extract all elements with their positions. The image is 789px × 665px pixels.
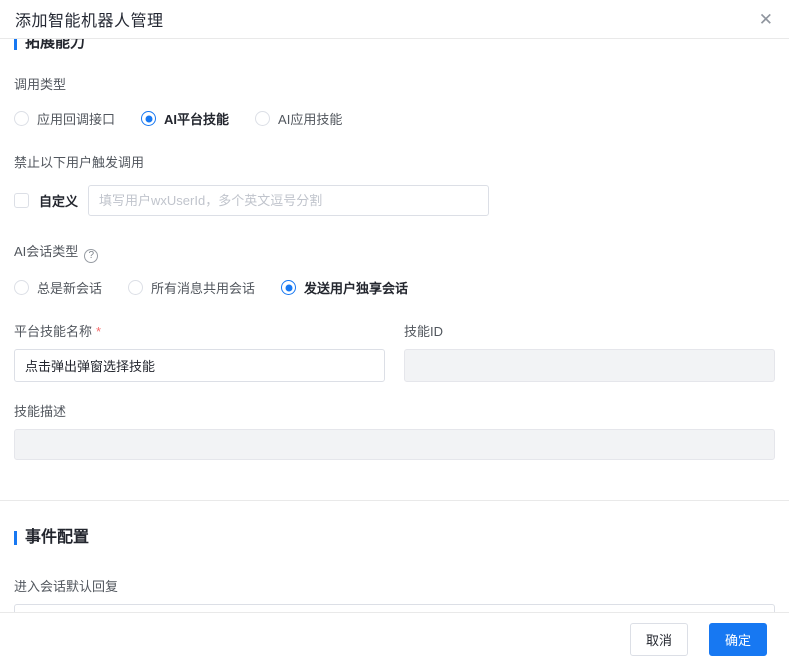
cancel-button[interactable]: 取消 (629, 622, 688, 656)
help-icon[interactable]: ? (84, 249, 99, 263)
default-reply-input[interactable] (14, 604, 775, 612)
radio-exclusive-session[interactable]: 发送用户独享会话 (281, 278, 408, 297)
default-reply-label: 进入会话默认回复 (14, 579, 119, 594)
section-accent-bar (14, 39, 17, 50)
section-header-event: 事件配置 (14, 527, 775, 548)
call-type-label: 调用类型 (14, 77, 67, 92)
dialog-header: 添加智能机器人管理 ✕ (0, 0, 789, 39)
section-header-expand: 拓展能力 (14, 39, 775, 53)
radio-icon[interactable] (14, 111, 29, 126)
radio-ai-app-skill[interactable]: AI应用技能 (255, 109, 342, 128)
radio-label: AI平台技能 (164, 112, 230, 127)
radio-label: 所有消息共用会话 (151, 281, 256, 296)
radio-icon[interactable] (128, 280, 144, 295)
forbid-users-label: 禁止以下用户触发调用 (14, 155, 145, 170)
radio-always-new-session[interactable]: 总是新会话 (14, 278, 102, 297)
add-robot-dialog: 添加智能机器人管理 ✕ 拓展能力 调用类型 应用回调接口 AI平台技能 AI应用… (0, 0, 789, 665)
custom-checkbox-label: 自定义 (39, 194, 79, 209)
dialog-title: 添加智能机器人管理 (15, 13, 164, 30)
skill-name-label-row: 平台技能名称 * (14, 323, 385, 341)
radio-icon[interactable] (255, 111, 271, 126)
session-type-label-row: AI会话类型? (14, 243, 775, 263)
radio-label: 总是新会话 (37, 281, 103, 296)
wx-userid-input[interactable] (88, 185, 490, 216)
custom-checkbox[interactable] (14, 193, 29, 208)
dialog-footer: 取消 确定 (0, 612, 789, 665)
skill-row: 平台技能名称* 技能ID (14, 323, 775, 382)
skill-desc-label: 技能描述 (14, 404, 67, 419)
section-title-event: 事件配置 (25, 529, 90, 546)
radio-label: AI应用技能 (278, 112, 343, 127)
forbid-users-row: 自定义 (14, 185, 775, 216)
radio-shared-session[interactable]: 所有消息共用会话 (128, 278, 255, 297)
required-asterisk: * (96, 324, 102, 339)
call-type-radio-group: 应用回调接口 AI平台技能 AI应用技能 (14, 109, 775, 128)
radio-label: 应用回调接口 (37, 112, 116, 127)
radio-label: 发送用户独享会话 (304, 281, 409, 296)
section-accent-bar (14, 530, 17, 545)
skill-name-label: 平台技能名称 (14, 324, 93, 339)
skill-name-input[interactable] (14, 349, 385, 382)
radio-icon[interactable] (14, 280, 29, 295)
skill-desc-input (14, 429, 775, 460)
radio-icon-selected[interactable] (141, 111, 157, 126)
radio-app-callback[interactable]: 应用回调接口 (14, 109, 115, 128)
session-type-label: AI会话类型 (14, 244, 79, 259)
skill-id-input (404, 349, 775, 382)
close-icon[interactable]: ✕ (759, 11, 773, 28)
session-type-radio-group: 总是新会话 所有消息共用会话 发送用户独享会话 (14, 278, 775, 297)
radio-ai-platform-skill[interactable]: AI平台技能 (141, 109, 229, 128)
confirm-button[interactable]: 确定 (708, 622, 767, 656)
radio-icon-selected[interactable] (281, 280, 297, 295)
section-divider (0, 500, 789, 501)
dialog-body: 拓展能力 调用类型 应用回调接口 AI平台技能 AI应用技能 禁止以下用户触发调… (0, 39, 789, 612)
section-title-expand: 拓展能力 (25, 39, 86, 51)
skill-id-label: 技能ID (404, 324, 444, 339)
